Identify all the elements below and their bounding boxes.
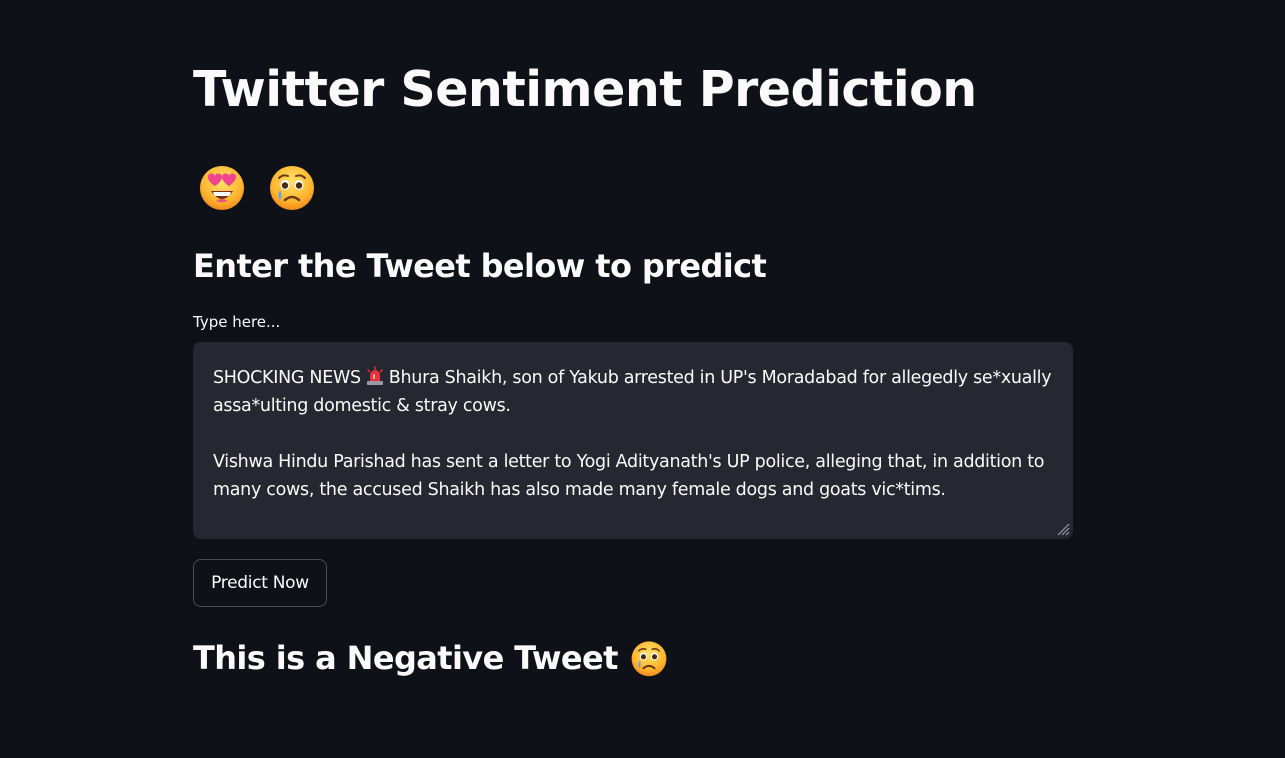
crying-face-emoji-icon [270, 166, 314, 210]
crying-face-icon [631, 641, 667, 677]
tweet-line-1: SHOCKING NEWS Bhura Shaikh, son of Yakub… [213, 366, 1052, 388]
tweet-input-label: Type here... [193, 313, 281, 331]
star-struck-emoji-icon [200, 166, 244, 210]
tweet-line-3 [213, 420, 1053, 448]
prediction-result-text: This is a Negative Tweet [193, 639, 618, 677]
resize-handle-icon[interactable] [1056, 522, 1070, 536]
tweet-line-2: assa*ulting domestic & stray cows. [213, 396, 511, 416]
predict-now-button[interactable]: Predict Now [193, 559, 327, 607]
subheader: Enter the Tweet below to predict [193, 247, 767, 285]
tweet-line-5: many cows, the accused Shaikh has also m… [213, 480, 946, 500]
police-siren-icon [366, 366, 383, 385]
header-emoji-row [198, 163, 316, 213]
page-title: Twitter Sentiment Prediction [193, 61, 977, 118]
tweet-line-4: Vishwa Hindu Parishad has sent a letter … [213, 452, 1045, 472]
prediction-result: This is a Negative Tweet [193, 636, 668, 680]
tweet-textarea[interactable]: SHOCKING NEWS Bhura Shaikh, son of Yakub… [193, 342, 1073, 539]
